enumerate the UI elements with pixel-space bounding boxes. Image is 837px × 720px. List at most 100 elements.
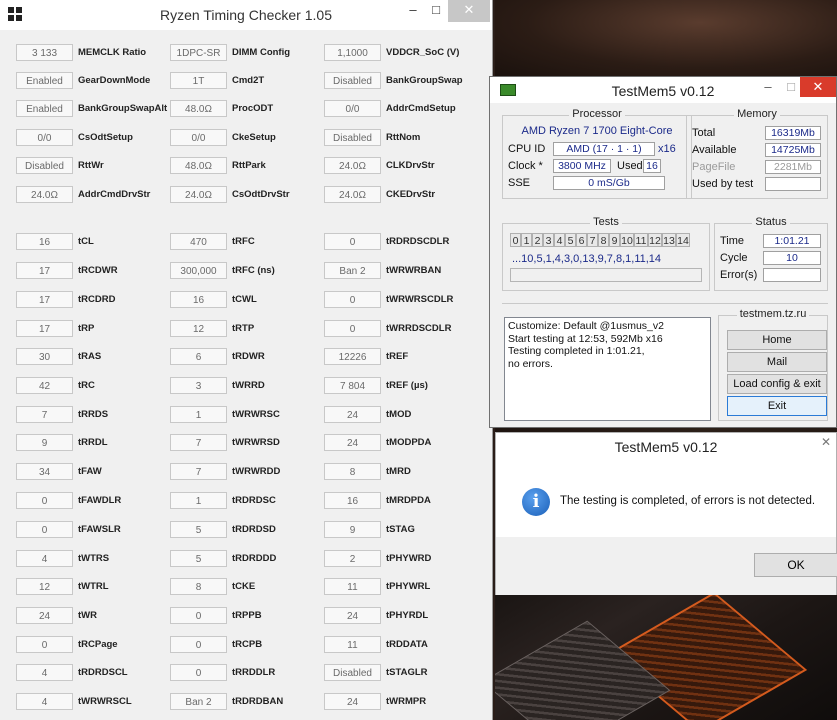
timing-value: 2	[324, 550, 381, 567]
usedby-value	[765, 177, 821, 191]
timing-label: tWRWRSCDLR	[386, 294, 454, 305]
timing-value: 12226	[324, 348, 381, 365]
timing-label: Cmd2T	[232, 75, 265, 86]
info-icon: i	[522, 488, 550, 516]
timing-value: 0	[324, 320, 381, 337]
timing-value: 8	[170, 578, 227, 595]
timing-label: CsOdtDrvStr	[232, 189, 290, 200]
timing-label: tSTAG	[386, 524, 415, 535]
cycle-value: 10	[763, 251, 821, 265]
total-label: Total	[692, 127, 716, 139]
site-title: testmem.tz.ru	[736, 308, 810, 320]
timing-label: VDDCR_SoC (V)	[386, 47, 460, 58]
timing-label: CsOdtSetup	[78, 132, 133, 143]
close-button[interactable]: ✕	[448, 0, 490, 22]
timing-value: 34	[16, 463, 73, 480]
status-group-title: Status	[752, 216, 790, 228]
total-value: 16319Mb	[765, 126, 821, 140]
timing-label: RttNom	[386, 132, 421, 143]
timing-label: tRAS	[78, 351, 102, 362]
timing-value: 7	[16, 406, 73, 423]
timing-value: 0	[324, 233, 381, 250]
memory-group-title: Memory	[734, 108, 780, 120]
timing-label: tMRDPDA	[386, 495, 431, 506]
test-number: 2	[532, 233, 543, 247]
cpuid-label: CPU ID	[508, 143, 546, 155]
timing-value: 11	[324, 578, 381, 595]
maximize-button[interactable]: □	[426, 0, 446, 22]
timing-label: BankGroupSwapAlt	[78, 103, 168, 114]
timing-label: tRP	[78, 323, 95, 334]
test-number: 11	[634, 233, 648, 247]
test-number: 0	[510, 233, 521, 247]
timing-value: 8	[324, 463, 381, 480]
memory-group: Memory Total 16319Mb Available 14725Mb P…	[686, 108, 828, 199]
home-button[interactable]: Home	[727, 330, 827, 350]
timing-value: 1T	[170, 72, 227, 89]
timing-value: Disabled	[16, 157, 73, 174]
minimize-button[interactable]: –	[404, 0, 422, 22]
timing-label: tWTRS	[78, 553, 110, 564]
timing-label: tWR	[78, 610, 97, 621]
pagefile-value: 2281Mb	[765, 160, 821, 174]
threads-value: x16	[658, 143, 676, 155]
time-value: 1:01.21	[763, 234, 821, 248]
test-sequence: ...10,5,1,4,3,0,13,9,7,8,1,11,14	[512, 253, 662, 265]
test-number: 1	[521, 233, 532, 247]
timing-label: tRRDS	[78, 409, 109, 420]
timing-label: tRCDWR	[78, 265, 118, 276]
timing-label: tRCPB	[232, 639, 263, 650]
rtc-titlebar[interactable]: Ryzen Timing Checker 1.05 – □ ✕	[0, 0, 492, 30]
timing-value: 0/0	[324, 100, 381, 117]
timing-label: tREF (µs)	[386, 380, 428, 391]
tm-titlebar[interactable]: TestMem5 v0.12 – □ ✕	[490, 77, 836, 103]
tm-close-button[interactable]: ✕	[800, 77, 836, 97]
timing-value: Disabled	[324, 664, 381, 681]
tests-group-title: Tests	[590, 216, 622, 228]
log-line: no errors.	[508, 357, 553, 370]
test-number: 3	[543, 233, 554, 247]
timing-label: CLKDrvStr	[386, 160, 435, 171]
exit-button[interactable]: Exit	[727, 396, 827, 416]
ok-button[interactable]: OK	[754, 553, 837, 577]
timing-value: Ban 2	[170, 693, 227, 710]
log-line: Customize: Default @1usmus_v2	[508, 320, 664, 332]
timing-value: 0/0	[16, 129, 73, 146]
mail-button[interactable]: Mail	[727, 352, 827, 372]
status-group: Status Time 1:01.21 Cycle 10 Error(s)	[714, 216, 828, 291]
timing-value: 0/0	[170, 129, 227, 146]
test-number: 8	[598, 233, 609, 247]
timing-label: tFAW	[78, 466, 102, 477]
timing-label: tRRDL	[78, 437, 108, 448]
timing-label: tWRRD	[232, 380, 265, 391]
tm-minimize-button[interactable]: –	[760, 77, 776, 99]
timing-value: Enabled	[16, 100, 73, 117]
testmem5-window: TestMem5 v0.12 – □ ✕ Processor AMD Ryzen…	[489, 76, 837, 428]
timing-value: 30	[16, 348, 73, 365]
timing-label: tRFC (ns)	[232, 265, 275, 276]
timing-value: 17	[16, 262, 73, 279]
wallpaper-bottom	[495, 595, 837, 720]
timing-label: tRTP	[232, 323, 255, 334]
timing-value: Enabled	[16, 72, 73, 89]
timing-label: tRCPage	[78, 639, 118, 650]
timing-value: 4	[16, 664, 73, 681]
timing-label: tWRWRBAN	[386, 265, 442, 276]
timing-label: MEMCLK Ratio	[78, 47, 147, 58]
timing-label: tCWL	[232, 294, 257, 305]
timing-value: 0	[16, 521, 73, 538]
load-config-exit-button[interactable]: Load config & exit	[727, 374, 827, 394]
timing-label: tRDRDSD	[232, 524, 276, 535]
tm-maximize-button[interactable]: □	[782, 77, 800, 99]
dialog-title: TestMem5 v0.12	[614, 439, 718, 455]
log-output[interactable]: Customize: Default @1usmus_v2 Start test…	[504, 317, 711, 421]
timing-value: 6	[170, 348, 227, 365]
timing-value: 1,1000	[324, 44, 381, 61]
timing-label: AddrCmdSetup	[386, 103, 456, 114]
dialog-close-button[interactable]: ✕	[816, 435, 836, 453]
test-number: 9	[609, 233, 620, 247]
timing-label: tRPPB	[232, 610, 262, 621]
timing-label: tRDDATA	[386, 639, 428, 650]
timing-value: 24	[324, 434, 381, 451]
available-label: Available	[692, 144, 737, 156]
